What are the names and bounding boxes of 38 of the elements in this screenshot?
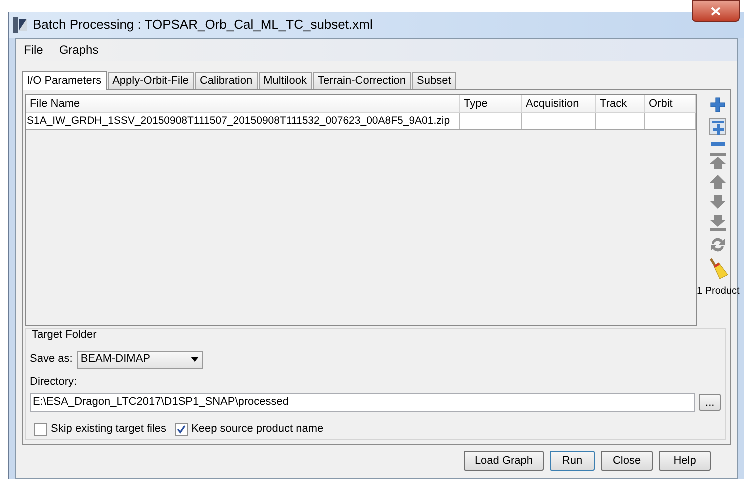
menu-item[interactable]: Graphs — [51, 41, 107, 59]
column-header[interactable]: Track — [596, 95, 645, 112]
add-to-list-icon[interactable] — [709, 118, 728, 136]
group-title: Target Folder — [32, 328, 98, 343]
browse-button[interactable]: ... — [699, 394, 721, 411]
dropdown-arrow-icon — [190, 357, 199, 362]
field-label: Save as: — [30, 352, 73, 368]
tab[interactable]: Terrain-Correction — [312, 72, 412, 89]
column-header[interactable]: File Name — [26, 95, 460, 112]
tab[interactable]: Multilook — [258, 72, 312, 89]
broom-icon[interactable] — [707, 258, 730, 280]
tab[interactable]: Subset — [412, 72, 456, 89]
checkbox[interactable] — [34, 422, 47, 436]
add-icon[interactable] — [709, 96, 728, 114]
menu-item[interactable]: File — [16, 41, 52, 59]
checkbox-label: Keep source product name — [192, 422, 324, 437]
tab[interactable]: Calibration — [194, 72, 258, 89]
close-icon — [711, 6, 721, 16]
checkbox[interactable] — [174, 422, 188, 436]
dialog-button[interactable]: Load Graph — [464, 451, 544, 471]
column-header[interactable]: Acquisition — [522, 95, 596, 112]
directory-field[interactable]: E:\ESA_Dragon_LTC2017\D1SP1_SNAP\processed — [30, 393, 696, 412]
remove-icon[interactable] — [709, 140, 728, 148]
table-cell: S1A_IW_GRDH_1SSV_20150908T111507_20150908T111532_007623_00A8F5_9A01.zip — [26, 113, 460, 129]
column-header[interactable]: Orbit — [645, 95, 696, 112]
close-button[interactable] — [692, 0, 740, 22]
dialog-button[interactable]: Run — [550, 451, 595, 471]
app-icon — [13, 17, 27, 33]
window-title: Batch Processing : TOPSAR_Orb_Cal_ML_TC_subset.xml — [33, 16, 373, 34]
product-count: 1 Product — [697, 285, 740, 299]
dialog-button[interactable]: Close — [601, 451, 653, 471]
tab[interactable]: I/O Parameters — [22, 71, 107, 90]
tab[interactable]: Apply-Orbit-File — [108, 72, 194, 89]
dialog-button[interactable]: Help — [659, 451, 711, 471]
format-dropdown[interactable]: BEAM-DIMAP — [76, 350, 203, 368]
column-header[interactable]: Type — [460, 95, 522, 112]
checkbox-label: Skip existing target files — [51, 422, 167, 437]
field-label: Directory: — [30, 374, 78, 390]
